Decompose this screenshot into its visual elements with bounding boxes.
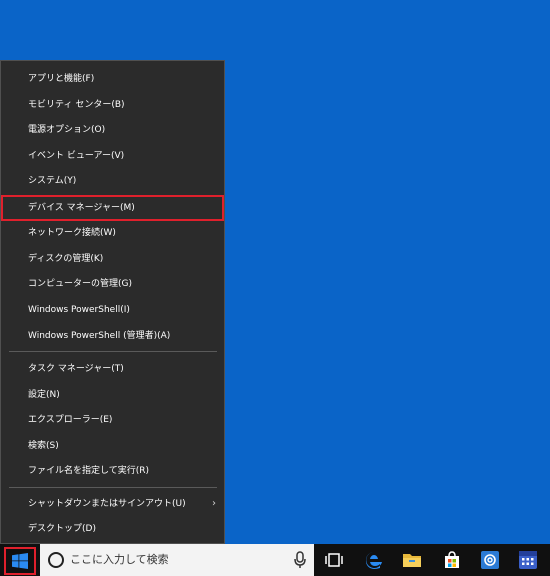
menu-item-task-manager[interactable]: タスク マネージャー(T) bbox=[1, 357, 224, 381]
menu-separator bbox=[9, 351, 217, 352]
menu-item-explorer[interactable]: エクスプローラー(E) bbox=[1, 408, 224, 432]
search-placeholder: ここに入力して検索 bbox=[70, 553, 169, 566]
menu-item-network-connections[interactable]: ネットワーク接続(W) bbox=[1, 221, 224, 245]
taskbar: ここに入力して検索 bbox=[0, 544, 550, 576]
menu-item-disk-management[interactable]: ディスクの管理(K) bbox=[1, 247, 224, 271]
winx-context-menu: アプリと機能(F) モビリティ センター(B) 電源オプション(O) イベント … bbox=[0, 60, 225, 544]
cortana-circle-icon bbox=[48, 552, 64, 568]
edge-icon[interactable] bbox=[354, 544, 394, 576]
menu-item-mobility-center[interactable]: モビリティ センター(B) bbox=[1, 93, 224, 117]
calendar-icon[interactable] bbox=[508, 544, 548, 576]
menu-item-power-options[interactable]: 電源オプション(O) bbox=[1, 118, 224, 142]
store-icon[interactable] bbox=[432, 544, 472, 576]
menu-item-powershell-admin[interactable]: Windows PowerShell (管理者)(A) bbox=[1, 324, 224, 348]
menu-item-shutdown-signout[interactable]: シャットダウンまたはサインアウト(U) › bbox=[1, 492, 224, 516]
menu-item-desktop[interactable]: デスクトップ(D) bbox=[1, 517, 224, 541]
microphone-icon[interactable] bbox=[292, 550, 308, 570]
menu-separator bbox=[9, 487, 217, 488]
menu-item-system[interactable]: システム(Y) bbox=[1, 169, 224, 193]
windows-logo-icon bbox=[12, 553, 28, 569]
start-button[interactable] bbox=[4, 547, 36, 575]
menu-item-search[interactable]: 検索(S) bbox=[1, 434, 224, 458]
menu-item-apps-and-features[interactable]: アプリと機能(F) bbox=[1, 67, 224, 91]
menu-item-run[interactable]: ファイル名を指定して実行(R) bbox=[1, 459, 224, 483]
search-box[interactable]: ここに入力して検索 bbox=[40, 544, 314, 576]
chevron-right-icon: › bbox=[212, 498, 216, 509]
task-view-icon[interactable] bbox=[314, 544, 354, 576]
menu-item-event-viewer[interactable]: イベント ビューアー(V) bbox=[1, 144, 224, 168]
menu-item-shutdown-label: シャットダウンまたはサインアウト(U) bbox=[28, 499, 186, 509]
menu-item-settings[interactable]: 設定(N) bbox=[1, 383, 224, 407]
menu-item-computer-management[interactable]: コンピューターの管理(G) bbox=[1, 272, 224, 296]
menu-item-powershell[interactable]: Windows PowerShell(I) bbox=[1, 298, 224, 322]
file-explorer-icon[interactable] bbox=[392, 544, 432, 576]
mail-icon[interactable] bbox=[470, 544, 510, 576]
menu-item-device-manager[interactable]: デバイス マネージャー(M) bbox=[1, 195, 224, 221]
